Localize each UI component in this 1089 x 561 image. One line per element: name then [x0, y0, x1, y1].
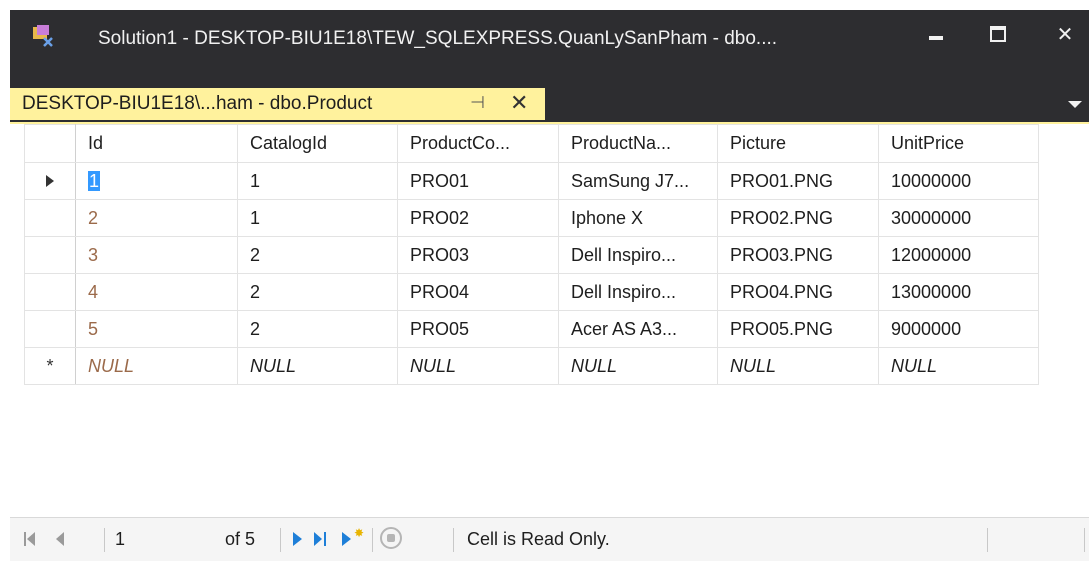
- status-message: Cell is Read Only.: [467, 529, 610, 549]
- table-row: 1 1 PRO01 SamSung J7... PRO01.PNG 100000…: [24, 162, 1039, 200]
- maximize-button[interactable]: [978, 20, 1018, 50]
- table-cell-id[interactable]: 3: [75, 236, 238, 274]
- table-cell[interactable]: Iphone X: [558, 199, 718, 237]
- table-cell[interactable]: 10000000: [878, 162, 1039, 200]
- tab-overflow-dropdown-icon[interactable]: [1068, 101, 1082, 108]
- separator: [104, 528, 105, 552]
- table-cell-id[interactable]: 4: [75, 273, 238, 311]
- row-selector[interactable]: *: [24, 347, 76, 385]
- row-selector[interactable]: [24, 199, 76, 237]
- results-pane: Id CatalogId ProductCo... ProductNa... P…: [10, 122, 1089, 519]
- null-cell[interactable]: NULL: [558, 347, 718, 385]
- first-record-icon[interactable]: [24, 532, 35, 546]
- record-count: of 5: [225, 529, 256, 549]
- table-cell[interactable]: PRO01.PNG: [717, 162, 879, 200]
- null-cell[interactable]: NULL: [397, 347, 559, 385]
- last-record-icon[interactable]: [314, 532, 326, 546]
- document-tab-label: DESKTOP-BIU1E18\...ham - dbo.Product: [22, 93, 373, 114]
- row-selector[interactable]: [24, 162, 76, 200]
- table-cell[interactable]: SamSung J7...: [558, 162, 718, 200]
- table-cell[interactable]: 2: [237, 273, 398, 311]
- null-cell[interactable]: NULL: [75, 347, 238, 385]
- current-row-arrow-icon: [46, 174, 54, 187]
- column-header-productcode[interactable]: ProductCo...: [397, 124, 559, 163]
- null-cell[interactable]: NULL: [878, 347, 1039, 385]
- table-cell[interactable]: Dell Inspiro...: [558, 273, 718, 311]
- header-row: Id CatalogId ProductCo... ProductNa... P…: [24, 124, 1039, 163]
- table-cell[interactable]: PRO05.PNG: [717, 310, 879, 348]
- table-cell[interactable]: 30000000: [878, 199, 1039, 237]
- app-icon: [33, 25, 53, 47]
- table-cell[interactable]: 2: [237, 236, 398, 274]
- table-cell[interactable]: PRO01: [397, 162, 559, 200]
- previous-record-icon[interactable]: [56, 532, 64, 546]
- table-cell[interactable]: PRO05: [397, 310, 559, 348]
- row-selector[interactable]: [24, 273, 76, 311]
- table-row: 2 1 PRO02 Iphone X PRO02.PNG 30000000: [24, 199, 1039, 237]
- table-cell[interactable]: PRO03.PNG: [717, 236, 879, 274]
- table-cell[interactable]: 13000000: [878, 273, 1039, 311]
- new-record-star-icon: ✸: [354, 526, 365, 540]
- pin-icon[interactable]: ⊣: [470, 93, 485, 113]
- title-bar: Solution1 - DESKTOP-BIU1E18\TEW_SQLEXPRE…: [10, 10, 1089, 76]
- record-navigation-bar: 1 of 5 ✸ Cell is Read Only.: [10, 517, 1089, 561]
- table-cell-id[interactable]: 2: [75, 199, 238, 237]
- table-cell[interactable]: 1: [237, 162, 398, 200]
- column-header-unitprice[interactable]: UnitPrice: [878, 124, 1039, 163]
- separator: [280, 528, 281, 552]
- separator: [372, 528, 373, 552]
- table-cell[interactable]: 1: [237, 199, 398, 237]
- row-selector[interactable]: [24, 310, 76, 348]
- table-cell[interactable]: 2: [237, 310, 398, 348]
- record-position-input[interactable]: 1: [115, 529, 125, 550]
- ssms-window: Solution1 - DESKTOP-BIU1E18\TEW_SQLEXPRE…: [10, 10, 1089, 561]
- null-cell[interactable]: NULL: [717, 347, 879, 385]
- table-cell-id[interactable]: 1: [75, 162, 238, 200]
- column-header-picture[interactable]: Picture: [717, 124, 879, 163]
- document-tab-strip: DESKTOP-BIU1E18\...ham - dbo.Product ⊣ ✕: [10, 88, 1089, 120]
- separator: [453, 528, 454, 552]
- table-cell[interactable]: Dell Inspiro...: [558, 236, 718, 274]
- table-cell[interactable]: PRO02.PNG: [717, 199, 879, 237]
- separator: [987, 528, 988, 552]
- table-cell[interactable]: PRO04.PNG: [717, 273, 879, 311]
- table-cell[interactable]: PRO04: [397, 273, 559, 311]
- table-row: 3 2 PRO03 Dell Inspiro... PRO03.PNG 1200…: [24, 236, 1039, 274]
- new-row-star-icon: *: [46, 355, 54, 376]
- selected-cell-text: 1: [88, 170, 101, 191]
- tab-close-icon[interactable]: ✕: [510, 90, 528, 116]
- corner-header[interactable]: [24, 124, 76, 163]
- column-header-productname[interactable]: ProductNa...: [558, 124, 718, 163]
- separator: [1084, 528, 1085, 552]
- window-title: Solution1 - DESKTOP-BIU1E18\TEW_SQLEXPRE…: [98, 28, 778, 49]
- table-cell[interactable]: 12000000: [878, 236, 1039, 274]
- column-header-id[interactable]: Id: [75, 124, 238, 163]
- new-row: * NULL NULL NULL NULL NULL NULL: [24, 347, 1039, 385]
- null-cell[interactable]: NULL: [237, 347, 398, 385]
- next-record-icon[interactable]: [293, 532, 302, 546]
- column-header-catalogid[interactable]: CatalogId: [237, 124, 398, 163]
- minimize-button[interactable]: [915, 20, 955, 50]
- table-cell-id[interactable]: 5: [75, 310, 238, 348]
- new-record-icon[interactable]: [342, 532, 351, 546]
- table-cell[interactable]: PRO02: [397, 199, 559, 237]
- document-tab[interactable]: DESKTOP-BIU1E18\...ham - dbo.Product ⊣ ✕: [10, 88, 545, 120]
- table-cell[interactable]: PRO03: [397, 236, 559, 274]
- table-cell[interactable]: 9000000: [878, 310, 1039, 348]
- stop-icon[interactable]: [380, 527, 402, 549]
- table-row: 4 2 PRO04 Dell Inspiro... PRO04.PNG 1300…: [24, 273, 1039, 311]
- row-selector[interactable]: [24, 236, 76, 274]
- table-row: 5 2 PRO05 Acer AS A3... PRO05.PNG 900000…: [24, 310, 1039, 348]
- table-cell[interactable]: Acer AS A3...: [558, 310, 718, 348]
- data-grid: Id CatalogId ProductCo... ProductNa... P…: [24, 124, 1039, 385]
- close-window-button[interactable]: ✕: [1045, 20, 1085, 50]
